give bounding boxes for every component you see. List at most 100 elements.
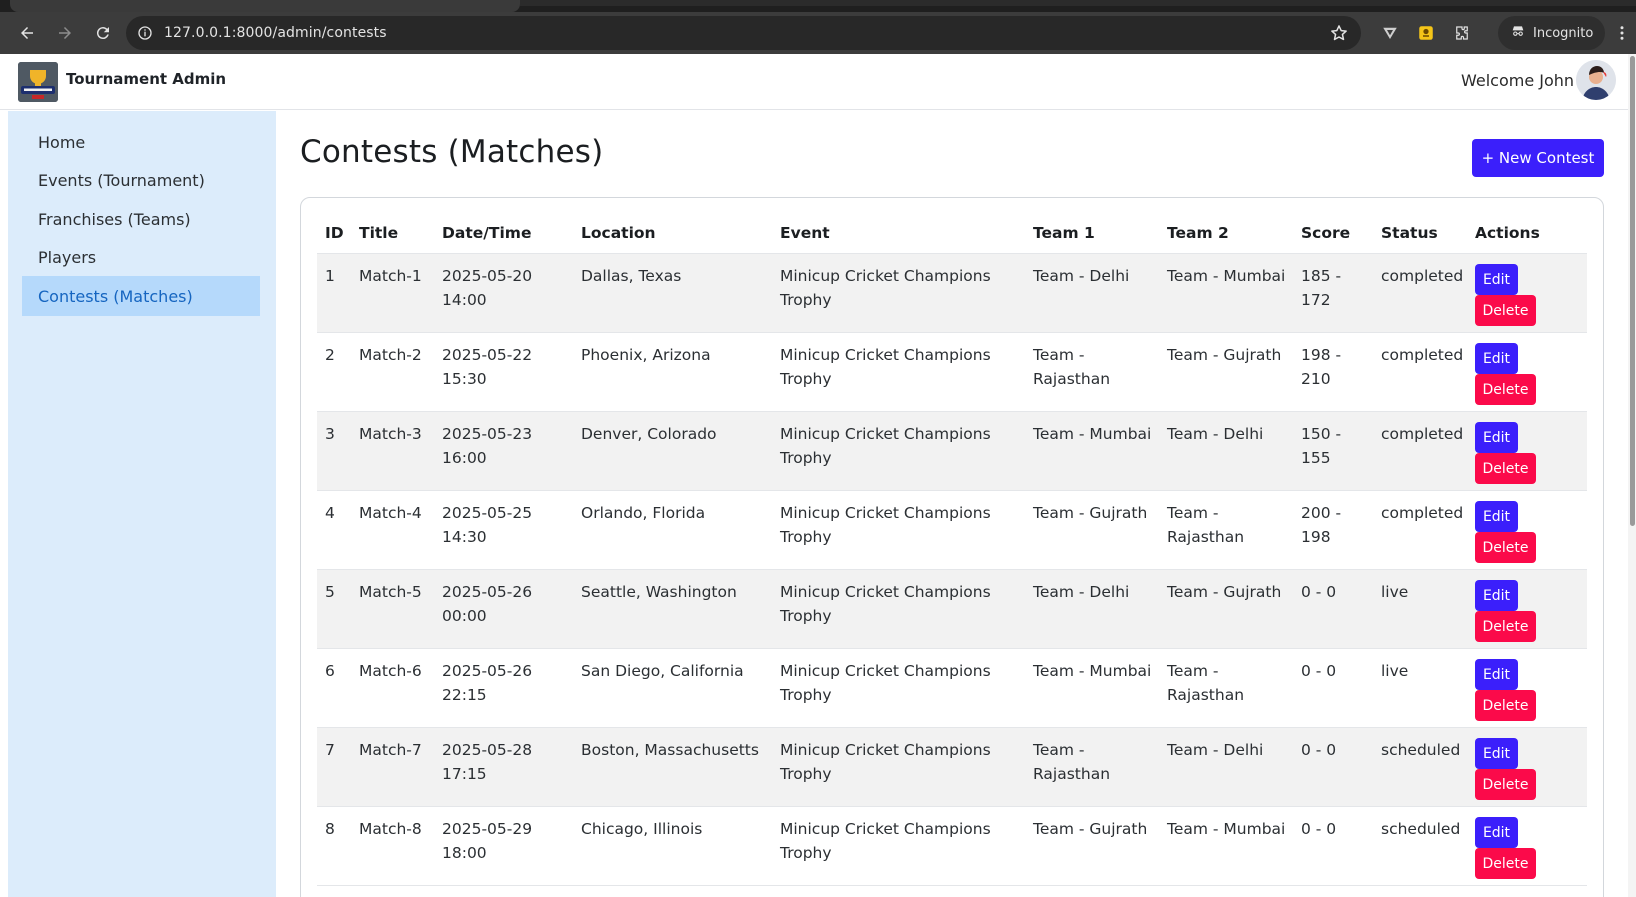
- cell-location-line: Dallas, Texas: [581, 267, 682, 285]
- forward-icon[interactable]: [48, 16, 82, 50]
- cell-location: Orlando, Florida: [581, 501, 705, 525]
- cell-team2-line: Team - Gujrath: [1167, 346, 1282, 364]
- sidebar-item-players[interactable]: Players: [22, 237, 260, 277]
- cell-title: Match-5: [359, 580, 422, 604]
- table-row: 2 Match-2 2025-05-22 15:30 Phoenix, Arizona M…: [317, 333, 1587, 412]
- cell-location-line: Chicago, Illinois: [581, 820, 703, 838]
- col-header-location[interactable]: Location: [581, 224, 656, 242]
- edit-button[interactable]: Edit: [1475, 422, 1518, 453]
- sidebar-item-home[interactable]: Home: [22, 122, 260, 162]
- cell-event-line: Trophy: [780, 607, 832, 625]
- col-header-score[interactable]: Score: [1301, 224, 1350, 242]
- cell-location-line: Phoenix, Arizona: [581, 346, 711, 364]
- col-header-actions: Actions: [1475, 224, 1540, 242]
- delete-button[interactable]: Delete: [1475, 532, 1536, 563]
- edit-button[interactable]: Edit: [1475, 580, 1518, 611]
- vpn-extension-icon[interactable]: [1372, 16, 1408, 50]
- cell-datetime: 2025-05-20 14:00: [442, 264, 532, 312]
- browser-tab[interactable]: [10, 0, 520, 12]
- cell-team1: Team - Mumbai: [1033, 659, 1151, 683]
- cell-location: Boston, Massachusetts: [581, 738, 759, 762]
- bookmark-star-icon[interactable]: [1329, 23, 1349, 43]
- site-info-icon[interactable]: [136, 24, 154, 42]
- cell-score: 0 - 0: [1301, 817, 1336, 841]
- edit-button[interactable]: Edit: [1475, 264, 1518, 295]
- col-header-title[interactable]: Title: [359, 224, 398, 242]
- delete-button[interactable]: Delete: [1475, 848, 1536, 879]
- col-header-id[interactable]: ID: [325, 224, 344, 242]
- cell-team2: Team - Gujrath: [1167, 343, 1281, 367]
- cell-id: 5: [325, 580, 335, 604]
- edit-button[interactable]: Edit: [1475, 343, 1518, 374]
- cell-datetime: 2025-05-29 18:00: [442, 817, 532, 865]
- tournament-logo[interactable]: [18, 62, 58, 102]
- delete-button[interactable]: Delete: [1475, 690, 1536, 721]
- cell-team1: Team - Delhi: [1033, 264, 1129, 288]
- edit-button[interactable]: Edit: [1475, 738, 1518, 769]
- cell-title: Match-2: [359, 343, 422, 367]
- col-header-team2[interactable]: Team 2: [1167, 224, 1229, 242]
- cell-team2: Team - Rajasthan: [1167, 501, 1244, 549]
- table-body: 1 Match-1 2025-05-20 14:00 Dallas, Texas Mini…: [317, 254, 1587, 886]
- cell-datetime-line: 00:00: [442, 607, 487, 625]
- col-header-status[interactable]: Status: [1381, 224, 1438, 242]
- col-header-team1[interactable]: Team 1: [1033, 224, 1095, 242]
- cell-datetime: 2025-05-25 14:30: [442, 501, 532, 549]
- cell-id: 4: [325, 501, 335, 525]
- cell-location-line: San Diego, California: [581, 662, 744, 680]
- col-header-event[interactable]: Event: [780, 224, 830, 242]
- cell-team1-line: Rajasthan: [1033, 370, 1111, 388]
- table-row: 5 Match-5 2025-05-26 00:00 Seattle, Washingt…: [317, 570, 1587, 649]
- incognito-badge[interactable]: Incognito: [1498, 16, 1606, 50]
- cell-title: Match-1: [359, 264, 422, 288]
- cell-title-line: Match-4: [359, 504, 422, 522]
- browser-menu-icon[interactable]: [1612, 22, 1632, 44]
- cell-team1-line: Team - Gujrath: [1033, 820, 1148, 838]
- cell-event-line: Minicup Cricket Champions: [780, 662, 991, 680]
- delete-button[interactable]: Delete: [1475, 374, 1536, 405]
- back-icon[interactable]: [10, 16, 44, 50]
- url-text[interactable]: 127.0.0.1:8000/admin/contests: [164, 25, 387, 41]
- cell-event-line: Minicup Cricket Champions: [780, 425, 991, 443]
- new-contest-button[interactable]: + New Contest: [1472, 139, 1604, 177]
- sidebar-item-events[interactable]: Events (Tournament): [22, 160, 260, 200]
- delete-button[interactable]: Delete: [1475, 453, 1536, 484]
- cell-location-line: Orlando, Florida: [581, 504, 706, 522]
- delete-button[interactable]: Delete: [1475, 769, 1536, 800]
- cell-score: 198 - 210: [1301, 343, 1341, 391]
- cell-event-line: Trophy: [780, 686, 832, 704]
- col-header-datetime[interactable]: Date/Time: [442, 224, 531, 242]
- cell-datetime: 2025-05-28 17:15: [442, 738, 532, 786]
- reload-icon[interactable]: [86, 16, 120, 50]
- cell-event-line: Minicup Cricket Champions: [780, 346, 991, 364]
- cell-team1-line: Team - Delhi: [1033, 267, 1130, 285]
- address-bar[interactable]: 127.0.0.1:8000/admin/contests: [126, 16, 1361, 50]
- cell-team2: Team - Mumbai: [1167, 817, 1285, 841]
- brand-title[interactable]: Tournament Admin: [66, 70, 226, 88]
- puzzle-extensions-icon[interactable]: [1444, 16, 1480, 50]
- delete-button[interactable]: Delete: [1475, 295, 1536, 326]
- sidebar-item-contests[interactable]: Contests (Matches): [22, 276, 260, 316]
- cell-team1: Team - Gujrath: [1033, 817, 1147, 841]
- cell-id: 6: [325, 659, 335, 683]
- cell-event: Minicup Cricket Champions Trophy: [780, 738, 991, 786]
- cell-status-line: completed: [1381, 346, 1464, 364]
- user-avatar[interactable]: [1576, 60, 1616, 100]
- notes-extension-icon[interactable]: [1408, 16, 1444, 50]
- cell-event: Minicup Cricket Champions Trophy: [780, 343, 991, 391]
- cell-event-line: Trophy: [780, 528, 832, 546]
- cell-location-line: Denver, Colorado: [581, 425, 717, 443]
- edit-button[interactable]: Edit: [1475, 501, 1518, 532]
- cell-team1-line: Team - Delhi: [1033, 583, 1130, 601]
- page-scrollbar-thumb[interactable]: [1630, 56, 1635, 526]
- cell-id: 3: [325, 422, 335, 446]
- cell-datetime-line: 2025-05-29: [442, 820, 533, 838]
- cell-score-line: 0 - 0: [1301, 820, 1337, 838]
- edit-button[interactable]: Edit: [1475, 817, 1518, 848]
- sidebar-item-franchises[interactable]: Franchises (Teams): [22, 199, 260, 239]
- cell-location: Phoenix, Arizona: [581, 343, 711, 367]
- page-title: Contests (Matches): [300, 134, 604, 170]
- delete-button[interactable]: Delete: [1475, 611, 1536, 642]
- cell-status: completed: [1381, 264, 1463, 288]
- edit-button[interactable]: Edit: [1475, 659, 1518, 690]
